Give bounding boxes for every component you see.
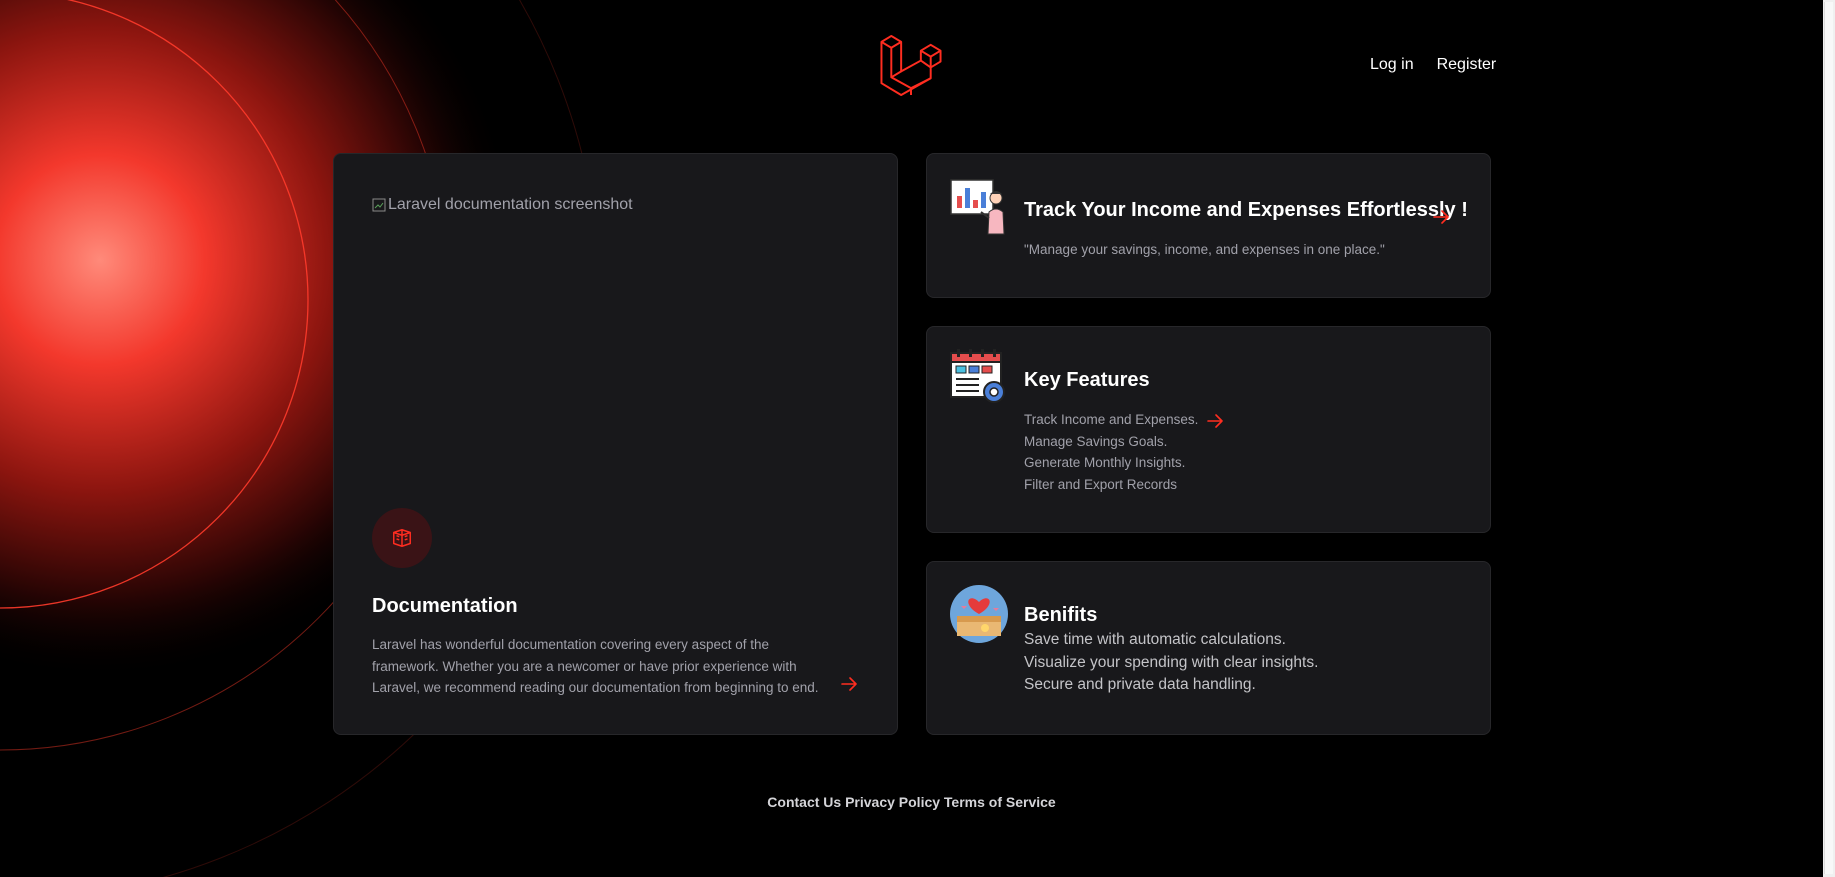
track-title: Track Your Income and Expenses Effortles… (1024, 199, 1468, 221)
page: Log in Register Laravel documentation sc… (0, 0, 1835, 877)
login-link[interactable]: Log in (1370, 55, 1414, 75)
laravel-logo-icon[interactable] (880, 32, 942, 96)
features-title: Key Features (1024, 369, 1150, 391)
benefits-item: Visualize your spending with clear insig… (1024, 654, 1319, 671)
book-icon-badge (372, 508, 432, 568)
scrollbar-thumb[interactable] (1824, 2, 1833, 874)
documentation-card[interactable]: Laravel documentation screenshot Documen… (333, 153, 898, 735)
features-item: Track Income and Expenses. (1024, 412, 1199, 427)
contact-link[interactable]: Contact Us (767, 794, 841, 810)
features-item: Generate Monthly Insights. (1024, 455, 1186, 470)
benefits-card[interactable]: Benifits Save time with automatic calcul… (926, 561, 1491, 735)
documentation-title: Documentation (372, 595, 518, 617)
footer: Contact Us Privacy Policy Terms of Servi… (0, 794, 1823, 810)
image-alt-text: Laravel documentation screenshot (388, 196, 633, 213)
features-item: Manage Savings Goals. (1024, 434, 1168, 449)
benefits-title: Benifits (1024, 604, 1098, 626)
features-card[interactable]: Key Features Track Income and Expenses. … (926, 326, 1491, 533)
broken-image-icon (372, 198, 386, 212)
documentation-text: Laravel has wonderful documentation cove… (372, 637, 819, 695)
arrow-right-icon[interactable] (840, 677, 858, 691)
header-nav: Log in Register (1370, 55, 1496, 75)
arrow-right-icon[interactable] (1206, 414, 1224, 428)
register-link[interactable]: Register (1437, 55, 1497, 75)
presentation-chart-illustration-icon (950, 179, 1005, 235)
benefits-item: Secure and private data handling. (1024, 676, 1256, 693)
benefits-item: Save time with automatic calculations. (1024, 631, 1286, 648)
privacy-link[interactable]: Privacy Policy (845, 794, 940, 810)
documentation-screenshot-image: Laravel documentation screenshot (372, 196, 633, 214)
background-glow (0, 0, 640, 877)
vertical-scrollbar[interactable] (1823, 0, 1835, 877)
features-item: Filter and Export Records (1024, 477, 1178, 492)
calendar-settings-illustration-icon (950, 349, 1005, 403)
arrow-right-icon[interactable] (1432, 210, 1450, 224)
track-text: "Manage your savings, income, and expens… (1024, 242, 1385, 257)
track-card[interactable]: Track Your Income and Expenses Effortles… (926, 153, 1491, 298)
heart-box-illustration-icon (950, 585, 1008, 643)
terms-link[interactable]: Terms of Service (944, 794, 1056, 810)
book-icon (393, 529, 411, 547)
